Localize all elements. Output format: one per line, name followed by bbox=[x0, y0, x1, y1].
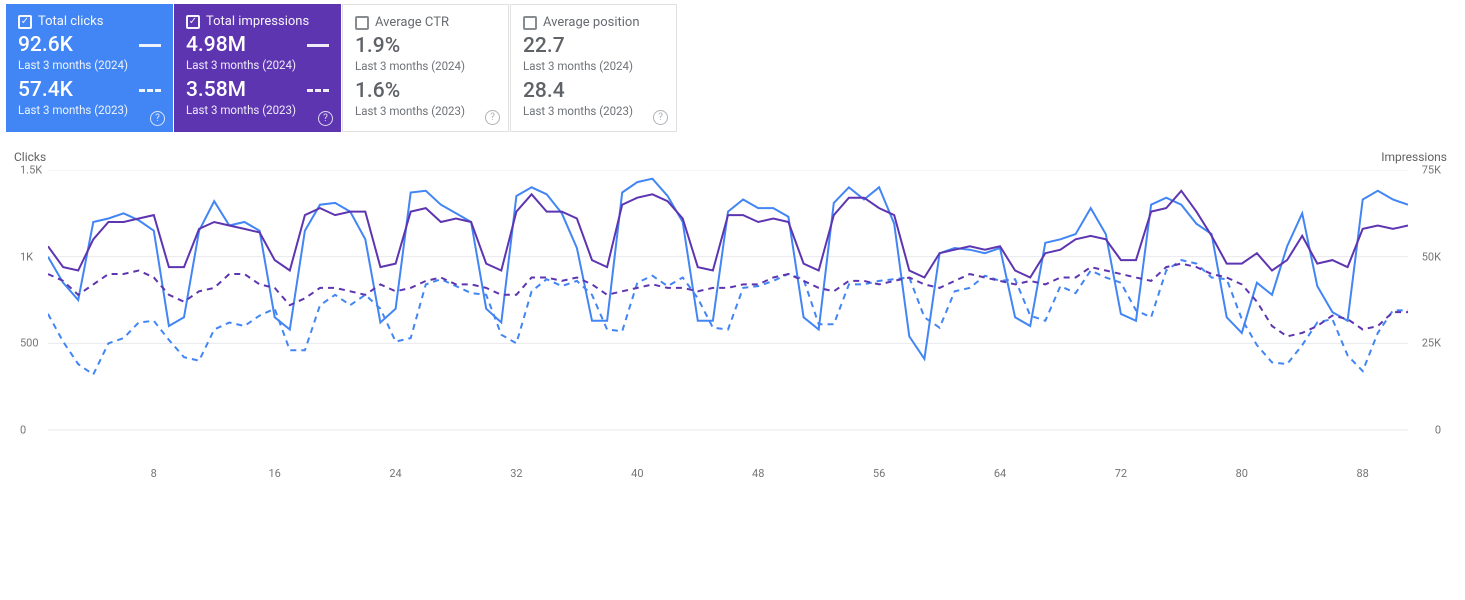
metric-card-ctr[interactable]: ✓ Average CTR 1.9% Last 3 months (2024) 1… bbox=[342, 4, 509, 132]
x-tick: 24 bbox=[389, 467, 401, 480]
card-sub-compare: Last 3 months (2023) bbox=[355, 104, 496, 118]
y-axis-right-label: Impressions bbox=[1381, 150, 1447, 164]
x-tick: 40 bbox=[631, 467, 643, 480]
card-value-current: 92.6K bbox=[18, 33, 73, 57]
card-value-current: 22.7 bbox=[523, 34, 565, 58]
y-tick-left: 0 bbox=[20, 424, 26, 437]
legend-solid-icon bbox=[139, 44, 161, 47]
card-value-compare: 57.4K bbox=[18, 78, 73, 102]
card-value-current: 4.98M bbox=[186, 33, 246, 57]
card-sub-compare: Last 3 months (2023) bbox=[186, 103, 329, 117]
legend-dashed-icon bbox=[139, 89, 161, 92]
card-title: Total clicks bbox=[38, 14, 103, 29]
y-tick-left: 1.5K bbox=[20, 164, 42, 177]
chart-svg bbox=[48, 170, 1408, 450]
card-title: Total impressions bbox=[206, 14, 309, 29]
help-icon[interactable]: ? bbox=[485, 110, 500, 125]
legend-solid-icon bbox=[307, 44, 329, 47]
metric-card-impressions[interactable]: ✓ Total impressions 4.98M Last 3 months (… bbox=[174, 4, 341, 132]
y-tick-left: 1K bbox=[20, 250, 33, 263]
checkbox-unchecked-icon: ✓ bbox=[523, 16, 537, 30]
checkbox-checked-icon: ✓ bbox=[186, 15, 200, 29]
help-icon[interactable]: ? bbox=[653, 110, 668, 125]
y-tick-right: 50K bbox=[1422, 250, 1441, 263]
y-axis-left-label: Clicks bbox=[14, 150, 46, 164]
help-icon[interactable]: ? bbox=[318, 111, 333, 126]
card-sub-compare: Last 3 months (2023) bbox=[523, 104, 664, 118]
checkbox-checked-icon: ✓ bbox=[18, 15, 32, 29]
x-tick: 48 bbox=[752, 467, 764, 480]
x-tick: 88 bbox=[1356, 467, 1368, 480]
card-value-compare: 28.4 bbox=[523, 79, 565, 103]
card-sub-compare: Last 3 months (2023) bbox=[18, 103, 161, 117]
metric-cards-row: ✓ Total clicks 92.6K Last 3 months (2024)… bbox=[0, 0, 1465, 132]
y-tick-right: 0 bbox=[1435, 424, 1441, 437]
x-tick: 16 bbox=[268, 467, 280, 480]
y-tick-right: 75K bbox=[1422, 164, 1441, 177]
card-sub-current: Last 3 months (2024) bbox=[523, 59, 664, 73]
card-sub-current: Last 3 months (2024) bbox=[186, 58, 329, 72]
help-icon[interactable]: ? bbox=[150, 111, 165, 126]
performance-chart: Clicks Impressions 05001K1.5K025K50K75K8… bbox=[8, 156, 1453, 476]
card-title: Average CTR bbox=[375, 15, 449, 30]
x-tick: 64 bbox=[994, 467, 1006, 480]
y-tick-left: 500 bbox=[20, 337, 39, 350]
x-tick: 32 bbox=[510, 467, 522, 480]
x-tick: 72 bbox=[1115, 467, 1127, 480]
card-sub-current: Last 3 months (2024) bbox=[18, 58, 161, 72]
card-value-compare: 1.6% bbox=[355, 79, 400, 103]
legend-dashed-icon bbox=[307, 89, 329, 92]
card-value-compare: 3.58M bbox=[186, 78, 246, 102]
y-tick-right: 25K bbox=[1422, 337, 1441, 350]
x-tick: 56 bbox=[873, 467, 885, 480]
checkbox-unchecked-icon: ✓ bbox=[355, 16, 369, 30]
card-value-current: 1.9% bbox=[355, 34, 400, 58]
card-sub-current: Last 3 months (2024) bbox=[355, 59, 496, 73]
metric-card-position[interactable]: ✓ Average position 22.7 Last 3 months (20… bbox=[510, 4, 677, 132]
metric-card-clicks[interactable]: ✓ Total clicks 92.6K Last 3 months (2024)… bbox=[6, 4, 173, 132]
x-tick: 80 bbox=[1236, 467, 1248, 480]
card-title: Average position bbox=[543, 15, 640, 30]
x-tick: 8 bbox=[151, 467, 157, 480]
